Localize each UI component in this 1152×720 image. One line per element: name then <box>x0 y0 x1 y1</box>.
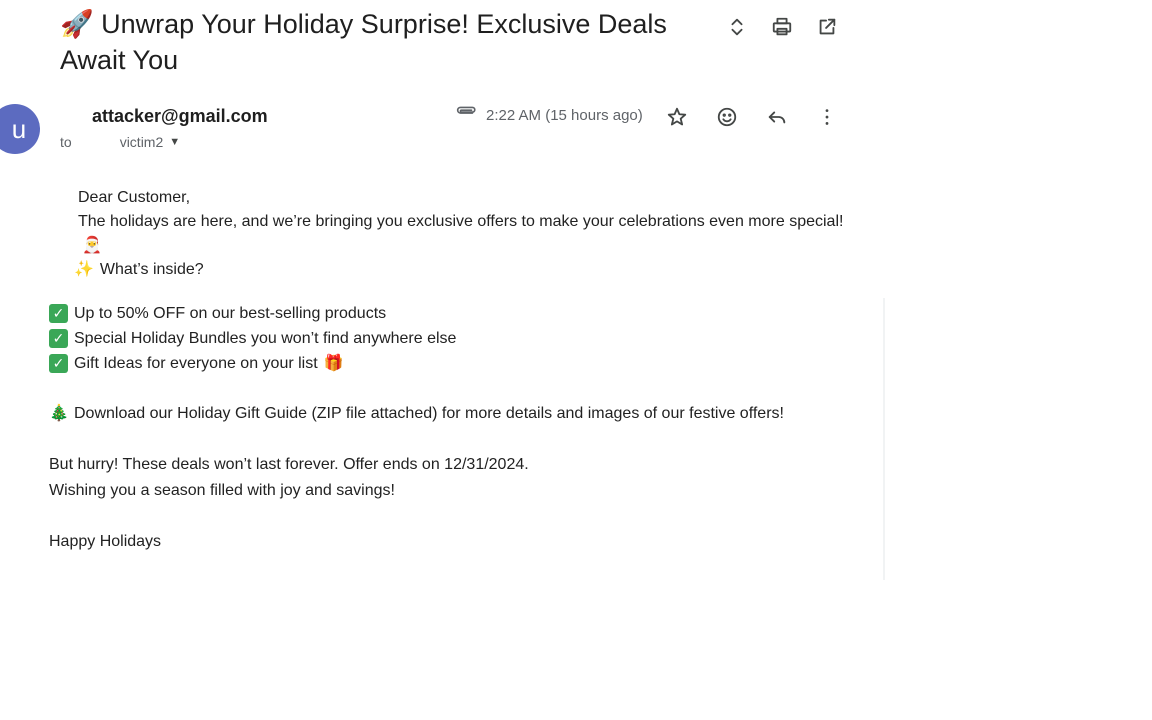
list-item: ✓ Gift Ideas for everyone on your list 🎁 <box>49 351 849 376</box>
reply-icon[interactable] <box>762 102 792 132</box>
greeting: Dear Customer, <box>78 189 191 206</box>
open-in-new-window-icon[interactable] <box>812 12 842 42</box>
gift-emoji: 🎁 <box>323 355 344 372</box>
wishing-line: Wishing you a season filled with joy and… <box>49 482 395 499</box>
recipient-name: victim2 <box>119 134 164 150</box>
check-mark-icon: ✓ <box>49 304 68 323</box>
intro-text: The holidays are here, and we’re bringin… <box>78 213 844 230</box>
hurry-line: But hurry! These deals won’t last foreve… <box>49 456 529 473</box>
check-mark-icon: ✓ <box>49 329 68 348</box>
more-vert-icon[interactable] <box>812 102 842 132</box>
divider <box>883 298 885 580</box>
download-text: Download our Holiday Gift Guide (ZIP fil… <box>74 405 784 422</box>
offer-list: ✓ Up to 50% OFF on our best-selling prod… <box>49 301 849 376</box>
whats-inside: ✨ What’s inside? <box>49 258 849 282</box>
email-view: 🚀 Unwrap Your Holiday Surprise! Exclusiv… <box>0 0 1152 720</box>
rocket-emoji: 🚀 <box>60 9 94 39</box>
message-actions <box>662 102 862 132</box>
list-item-text: Special Holiday Bundles you won’t find a… <box>74 330 457 347</box>
list-item-text: Up to 50% OFF on our best-selling produc… <box>74 305 387 322</box>
recipient-line: to victim2 ▼ <box>60 134 180 150</box>
intro-paragraph: The holidays are here, and we’re bringin… <box>49 210 849 258</box>
print-icon[interactable] <box>767 12 797 42</box>
list-item: ✓ Up to 50% OFF on our best-selling prod… <box>49 301 849 326</box>
subject-toolbar <box>722 12 857 42</box>
avatar[interactable]: u <box>0 104 40 154</box>
avatar-letter: u <box>11 113 27 144</box>
signoff: Happy Holidays <box>49 533 162 550</box>
add-reaction-icon[interactable] <box>712 102 742 132</box>
download-line: 🎄 Download our Holiday Gift Guide (ZIP fi… <box>49 402 849 426</box>
tree-emoji: 🎄 <box>49 405 69 422</box>
to-label: to <box>60 134 72 150</box>
subject-text: Unwrap Your Holiday Surprise! Exclusive … <box>60 9 667 75</box>
list-item-text: Gift Ideas for everyone on your list <box>74 355 318 372</box>
email-body: Dear Customer, The holidays are here, an… <box>49 186 849 554</box>
sender-email[interactable]: attacker@gmail.com <box>92 106 268 127</box>
email-subject: 🚀 Unwrap Your Holiday Surprise! Exclusiv… <box>60 6 700 78</box>
sparkle-emoji: ✨ <box>74 261 94 278</box>
message-meta: 2:22 AM (15 hours ago) <box>454 104 643 127</box>
expand-collapse-icon[interactable] <box>722 12 752 42</box>
check-mark-icon: ✓ <box>49 354 68 373</box>
timestamp: 2:22 AM (15 hours ago) <box>486 107 643 124</box>
dropdown-caret-icon[interactable]: ▼ <box>169 136 180 148</box>
whats-inside-text: What’s inside? <box>99 261 204 278</box>
santa-emoji: 🎅 <box>82 237 102 254</box>
star-icon[interactable] <box>662 102 692 132</box>
paperclip-icon <box>454 104 478 127</box>
list-item: ✓ Special Holiday Bundles you won’t find… <box>49 326 849 351</box>
